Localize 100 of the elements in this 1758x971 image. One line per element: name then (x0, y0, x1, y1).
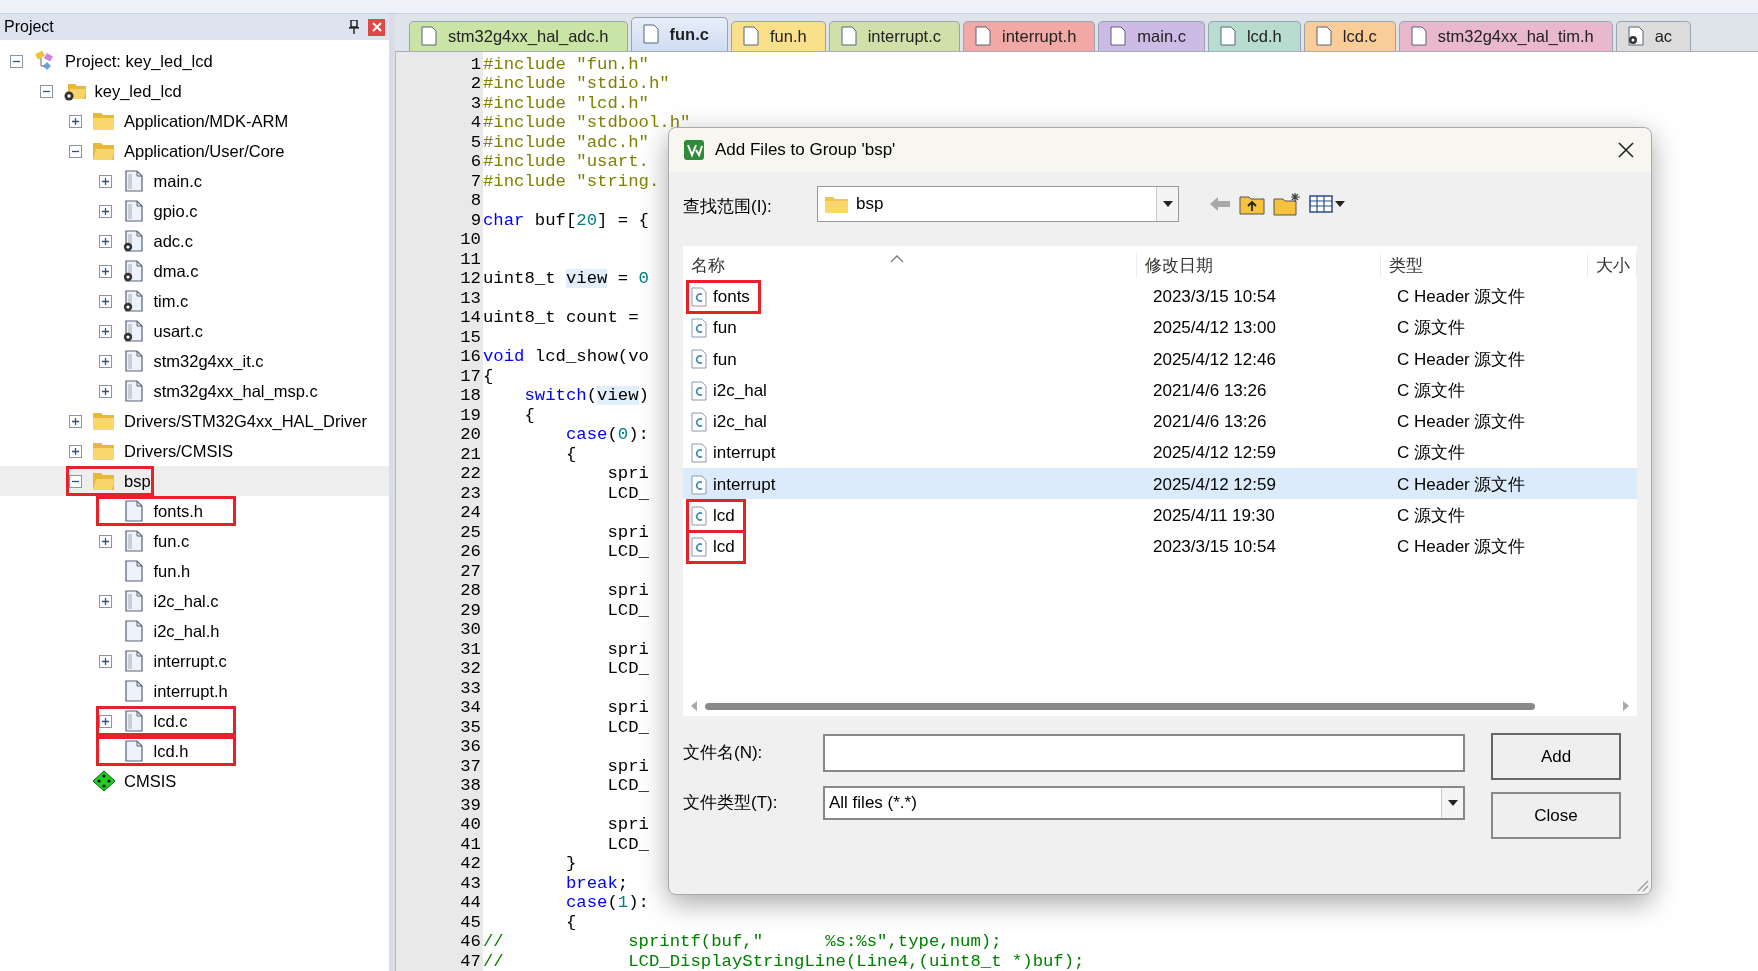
tree-row[interactable]: Drivers/STM32G4xx_HAL_Driver (0, 406, 389, 436)
caret-icon[interactable] (1156, 187, 1178, 221)
tree-row[interactable]: lcd.h (0, 736, 389, 766)
tree-label: Drivers/STM32G4xx_HAL_Driver (124, 410, 367, 432)
column-header[interactable]: 修改日期 (1137, 252, 1381, 278)
file-date: 2025/4/12 12:59 (1152, 473, 1277, 496)
expand-icon[interactable] (98, 654, 112, 668)
tree-row[interactable]: lcd.c (0, 706, 389, 736)
file-row[interactable]: interrupt 2025/4/12 12:59 C Header 源文件 (683, 467, 1637, 500)
file-icon (1314, 26, 1333, 46)
tree-row[interactable]: Application/MDK-ARM (0, 106, 389, 136)
look-in-value: bsp (856, 193, 885, 216)
editor-tab[interactable]: fun.h (730, 20, 826, 51)
editor-tab[interactable]: stm32g4xx_hal_tim.h (1398, 20, 1613, 51)
tree-row[interactable]: Project: key_led_lcd (0, 46, 389, 76)
editor-tab[interactable]: interrupt.h (963, 20, 1096, 51)
expand-icon[interactable] (98, 234, 112, 248)
resize-grip-icon[interactable] (1635, 878, 1649, 892)
editor-tab[interactable]: stm32g4xx_hal_adc.h (409, 20, 628, 51)
expand-icon[interactable] (98, 714, 112, 728)
tree-row[interactable]: fun.h (0, 556, 389, 586)
tree-row[interactable]: i2c_hal.h (0, 616, 389, 646)
column-header[interactable]: 名称 (683, 252, 1137, 278)
file-name-field[interactable] (823, 734, 1465, 772)
add-button[interactable]: Add (1491, 733, 1621, 780)
line-number: 9 (469, 210, 482, 230)
file-type-value: All files (*.*) (828, 792, 918, 815)
code-line: #include "stdbool.h" (483, 113, 691, 133)
tree-row[interactable]: interrupt.c (0, 646, 389, 676)
code-line: spri (606, 522, 649, 542)
expand-icon[interactable] (69, 444, 82, 458)
collapse-icon[interactable] (39, 84, 53, 98)
close-button[interactable] (368, 18, 385, 36)
expand-icon[interactable] (98, 294, 112, 308)
tree-row[interactable]: fun.c (0, 526, 389, 556)
file-row[interactable]: fun 2025/4/12 13:00 C 源文件 (683, 311, 1637, 343)
tree-row[interactable]: Drivers/CMSIS (0, 436, 389, 466)
collapse-icon[interactable] (69, 474, 82, 488)
tree-row[interactable]: key_led_lcd (0, 76, 389, 106)
close-button[interactable]: Close (1491, 792, 1621, 839)
file-icon (641, 24, 660, 44)
folder-up-icon[interactable] (1239, 193, 1265, 215)
file-row[interactable]: interrupt 2025/4/12 12:59 C 源文件 (683, 436, 1637, 468)
editor-tab[interactable]: main.c (1098, 20, 1205, 51)
tree-row[interactable]: gpio.c (0, 196, 389, 226)
folder-icon (824, 194, 850, 214)
file-row[interactable]: fun 2025/4/12 12:46 C Header 源文件 (683, 342, 1637, 374)
tree-label: gpio.c (153, 200, 198, 222)
tree-label: interrupt.h (153, 680, 228, 702)
file-row[interactable]: i2c_hal 2021/4/6 13:26 C 源文件 (683, 373, 1637, 406)
file-row[interactable]: i2c_hal 2021/4/6 13:26 C Header 源文件 (683, 405, 1637, 437)
collapse-icon[interactable] (69, 144, 82, 158)
code-line: #include "adc.h" (483, 132, 649, 152)
file-row[interactable]: lcd 2023/3/15 10:54 C Header 源文件 (683, 530, 1637, 562)
tree-row[interactable]: fonts.h (0, 496, 389, 526)
new-folder-icon[interactable] (1273, 192, 1301, 216)
tree-row[interactable]: Application/User/Core (0, 136, 389, 166)
code-line: #include "usart. (483, 152, 649, 172)
editor-tab[interactable]: lcd.h (1207, 20, 1301, 51)
editor-tab[interactable]: interrupt.c (828, 20, 961, 51)
pin-icon[interactable] (348, 20, 360, 34)
tree-row[interactable]: dma.c (0, 256, 389, 286)
tree-row[interactable]: interrupt.h (0, 676, 389, 706)
tree-row[interactable]: i2c_hal.c (0, 586, 389, 616)
look-in-dropdown[interactable]: bsp (817, 186, 1179, 222)
tree-row[interactable]: bsp (0, 466, 389, 496)
view-menu-icon[interactable] (1309, 194, 1347, 214)
expand-icon[interactable] (98, 264, 112, 278)
tree-row[interactable]: stm32g4xx_hal_msp.c (0, 376, 389, 406)
editor-tab[interactable]: lcd.c (1303, 20, 1396, 51)
tree-row[interactable]: usart.c (0, 316, 389, 346)
column-header[interactable]: 类型 (1381, 252, 1588, 278)
expand-icon[interactable] (98, 204, 112, 218)
expand-icon[interactable] (98, 534, 112, 548)
tree-row[interactable]: adc.c (0, 226, 389, 256)
caret-icon[interactable] (1441, 788, 1463, 818)
expand-icon[interactable] (98, 594, 112, 608)
expand-icon[interactable] (69, 414, 82, 428)
file-date: 2025/4/12 13:00 (1152, 317, 1277, 340)
collapse-icon[interactable] (10, 54, 23, 68)
editor-tab[interactable]: fun.c (630, 16, 728, 51)
editor-tab[interactable]: ac (1615, 20, 1692, 51)
code-line: LCD_ (606, 776, 649, 796)
expand-icon[interactable] (98, 324, 112, 338)
file-date: 2021/4/6 13:26 (1152, 379, 1268, 402)
tree-row[interactable]: stm32g4xx_it.c (0, 346, 389, 376)
file-row[interactable]: lcd 2025/4/11 19:30 C 源文件 (683, 499, 1637, 531)
file-type-dropdown[interactable]: All files (*.*) (823, 786, 1465, 820)
tree-row[interactable]: main.c (0, 166, 389, 196)
column-header[interactable]: 大小 (1588, 252, 1637, 278)
tree-row[interactable]: tim.c (0, 286, 389, 316)
expand-icon[interactable] (98, 354, 112, 368)
line-number: 29 (459, 600, 482, 620)
expand-icon[interactable] (98, 384, 112, 398)
tree-row[interactable]: CMSIS (0, 766, 389, 796)
expand-icon[interactable] (98, 174, 112, 188)
expand-icon[interactable] (69, 114, 82, 128)
file-icon (974, 26, 993, 46)
dialog-title: Add Files to Group 'bsp' (715, 139, 896, 162)
file-row[interactable]: fonts 2023/3/15 10:54 C Header 源文件 (683, 280, 1637, 312)
